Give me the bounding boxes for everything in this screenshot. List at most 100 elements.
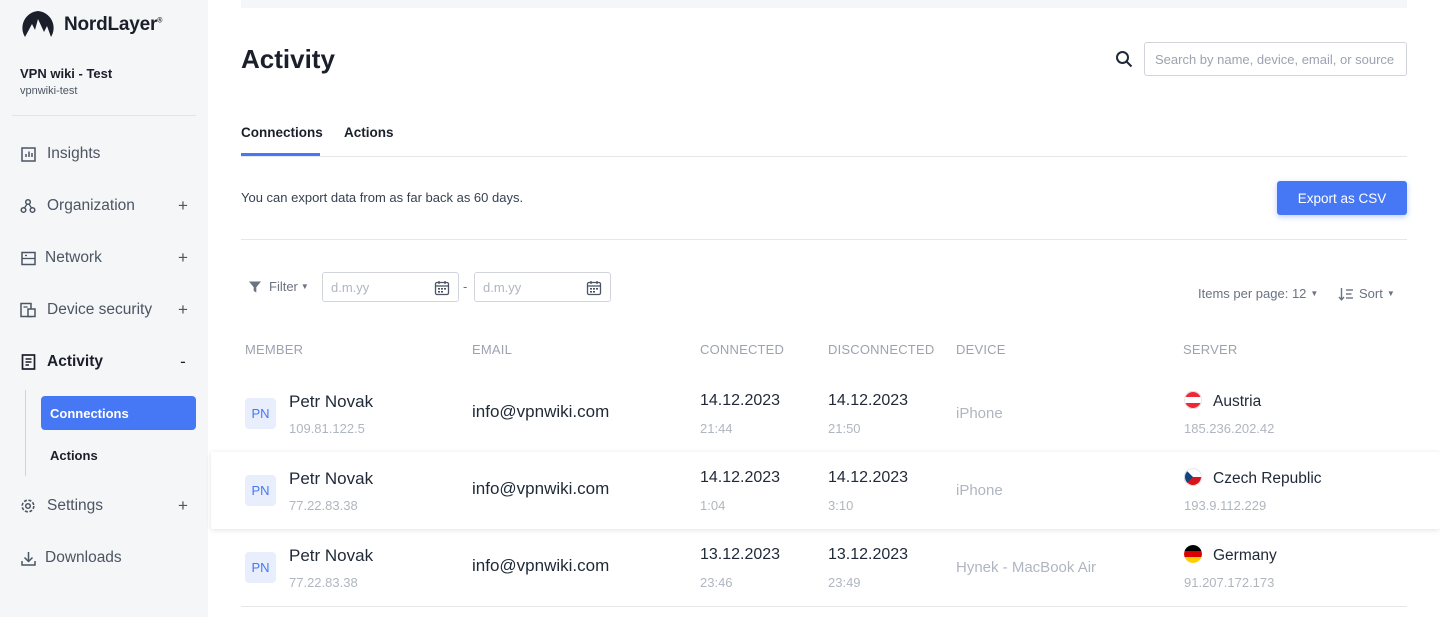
brand-name: NordLayer® (64, 14, 163, 35)
device-name: iPhone (956, 405, 1003, 422)
sidebar-item-label: Downloads (45, 549, 122, 566)
sidebar-item-network[interactable]: Network + (0, 238, 208, 278)
expand-icon[interactable]: + (176, 300, 190, 320)
sidebar-item-label: Activity (47, 353, 103, 370)
disconnected-time: 23:49 (828, 575, 861, 590)
connected-date: 13.12.2023 (700, 546, 781, 563)
connected-time: 1:04 (700, 498, 726, 513)
nordlayer-logo-icon (22, 11, 54, 37)
column-header-member[interactable]: MEMBER (245, 342, 303, 357)
organization-name: VPN wiki - Test (20, 66, 113, 81)
avatar: PN (245, 475, 276, 506)
settings-icon (20, 498, 36, 514)
date-from-input[interactable]: d.m.yy (322, 272, 459, 302)
calendar-icon[interactable] (434, 280, 450, 296)
expand-icon[interactable]: + (176, 248, 190, 268)
disconnected-date: 13.12.2023 (828, 546, 909, 563)
sidebar-item-settings[interactable]: Settings + (0, 486, 208, 526)
sidebar-item-activity[interactable]: Activity - (0, 342, 208, 382)
sidebar-subitem-actions[interactable]: Actions (41, 438, 196, 472)
server-country: Austria (1213, 393, 1262, 410)
avatar: PN (245, 398, 276, 429)
network-icon (20, 250, 36, 266)
sidebar-subitem-connections[interactable]: Connections (41, 396, 196, 430)
column-header-connected[interactable]: CONNECTED (700, 342, 784, 357)
sidebar-item-label: Organization (47, 197, 135, 214)
sort-icon (1338, 287, 1353, 301)
member-name: Petr Novak (289, 392, 374, 411)
export-note: You can export data from as far back as … (241, 190, 524, 205)
table-row[interactable]: PN Petr Novak 77.22.83.38 info@vpnwiki.c… (211, 452, 1440, 529)
insights-icon (20, 146, 36, 162)
expand-icon[interactable]: + (176, 196, 190, 216)
sidebar: NordLayer® VPN wiki - Test vpnwiki-test … (0, 0, 208, 617)
sidebar-item-label: Network (45, 249, 102, 266)
tab-actions[interactable]: Actions (344, 125, 394, 140)
expand-icon[interactable]: + (176, 496, 190, 516)
top-banner-strip (241, 0, 1407, 8)
filter-dropdown[interactable]: Filter ▼ (248, 279, 309, 294)
server-country: Germany (1213, 547, 1277, 564)
sidebar-item-organization[interactable]: Organization + (0, 186, 208, 226)
column-header-device[interactable]: DEVICE (956, 342, 1006, 357)
disconnected-date: 14.12.2023 (828, 392, 909, 409)
column-header-disconnected[interactable]: DISCONNECTED (828, 342, 934, 357)
austria-flag-icon (1184, 391, 1202, 409)
search-input[interactable] (1144, 42, 1407, 76)
date-to-input[interactable]: d.m.yy (474, 272, 611, 302)
sidebar-item-label: Device security (47, 301, 153, 318)
brand-logo[interactable]: NordLayer® (20, 10, 162, 40)
caret-down-icon: ▼ (1310, 289, 1319, 298)
table-row[interactable]: PN Petr Novak 77.22.83.38 info@vpnwiki.c… (241, 529, 1407, 606)
date-range-separator: - (463, 279, 468, 294)
server-country: Czech Republic (1213, 470, 1322, 487)
items-per-page-dropdown[interactable]: Items per page: 12 ▼ (1198, 286, 1318, 301)
activity-icon (20, 354, 36, 370)
member-email: info@vpnwiki.com (472, 479, 610, 498)
collapse-icon[interactable]: - (176, 352, 190, 372)
member-email: info@vpnwiki.com (472, 556, 610, 575)
connected-date: 14.12.2023 (700, 392, 781, 409)
export-csv-button[interactable]: Export as CSV (1277, 181, 1407, 215)
disconnected-time: 3:10 (828, 498, 854, 513)
filter-icon (249, 281, 261, 292)
tab-connections[interactable]: Connections (241, 125, 323, 140)
sort-label: Sort (1359, 286, 1383, 301)
downloads-icon (20, 550, 36, 566)
sidebar-item-label: Insights (47, 145, 101, 162)
organization-id: vpnwiki-test (20, 85, 78, 97)
date-to-placeholder: d.m.yy (483, 279, 522, 295)
device-name: iPhone (956, 482, 1003, 499)
column-header-email[interactable]: EMAIL (472, 342, 512, 357)
sidebar-item-insights[interactable]: Insights (0, 134, 208, 174)
filter-label: Filter (269, 279, 298, 294)
disconnected-date: 14.12.2023 (828, 469, 909, 486)
sidebar-item-downloads[interactable]: Downloads (0, 538, 208, 578)
czech-flag-icon (1184, 468, 1202, 486)
server-ip: 193.9.112.229 (1184, 498, 1267, 513)
sidebar-divider (12, 115, 196, 116)
section-divider (241, 239, 1407, 240)
column-header-server[interactable]: SERVER (1183, 342, 1237, 357)
table-row[interactable]: PN Petr Novak 109.81.122.5 info@vpnwiki.… (241, 375, 1407, 452)
server-ip: 91.207.172.173 (1184, 575, 1275, 590)
sort-dropdown[interactable]: Sort ▼ (1338, 286, 1395, 301)
search-icon[interactable] (1115, 50, 1133, 68)
member-ip: 109.81.122.5 (289, 421, 365, 436)
member-name: Petr Novak (289, 469, 374, 488)
organization-icon (20, 198, 36, 214)
date-from-placeholder: d.m.yy (331, 279, 370, 295)
items-per-page-label: Items per page: 12 (1198, 286, 1307, 301)
member-ip: 77.22.83.38 (289, 498, 358, 513)
calendar-icon[interactable] (586, 280, 602, 296)
page-title: Activity (241, 44, 335, 74)
member-ip: 77.22.83.38 (289, 575, 358, 590)
server-ip: 185.236.202.42 (1184, 421, 1275, 436)
member-name: Petr Novak (289, 546, 374, 565)
caret-down-icon: ▼ (300, 282, 309, 291)
sidebar-item-device-security[interactable]: Device security + (0, 290, 208, 330)
connected-time: 21:44 (700, 421, 733, 436)
device-security-icon (20, 302, 36, 318)
germany-flag-icon (1184, 545, 1202, 563)
member-email: info@vpnwiki.com (472, 402, 610, 421)
